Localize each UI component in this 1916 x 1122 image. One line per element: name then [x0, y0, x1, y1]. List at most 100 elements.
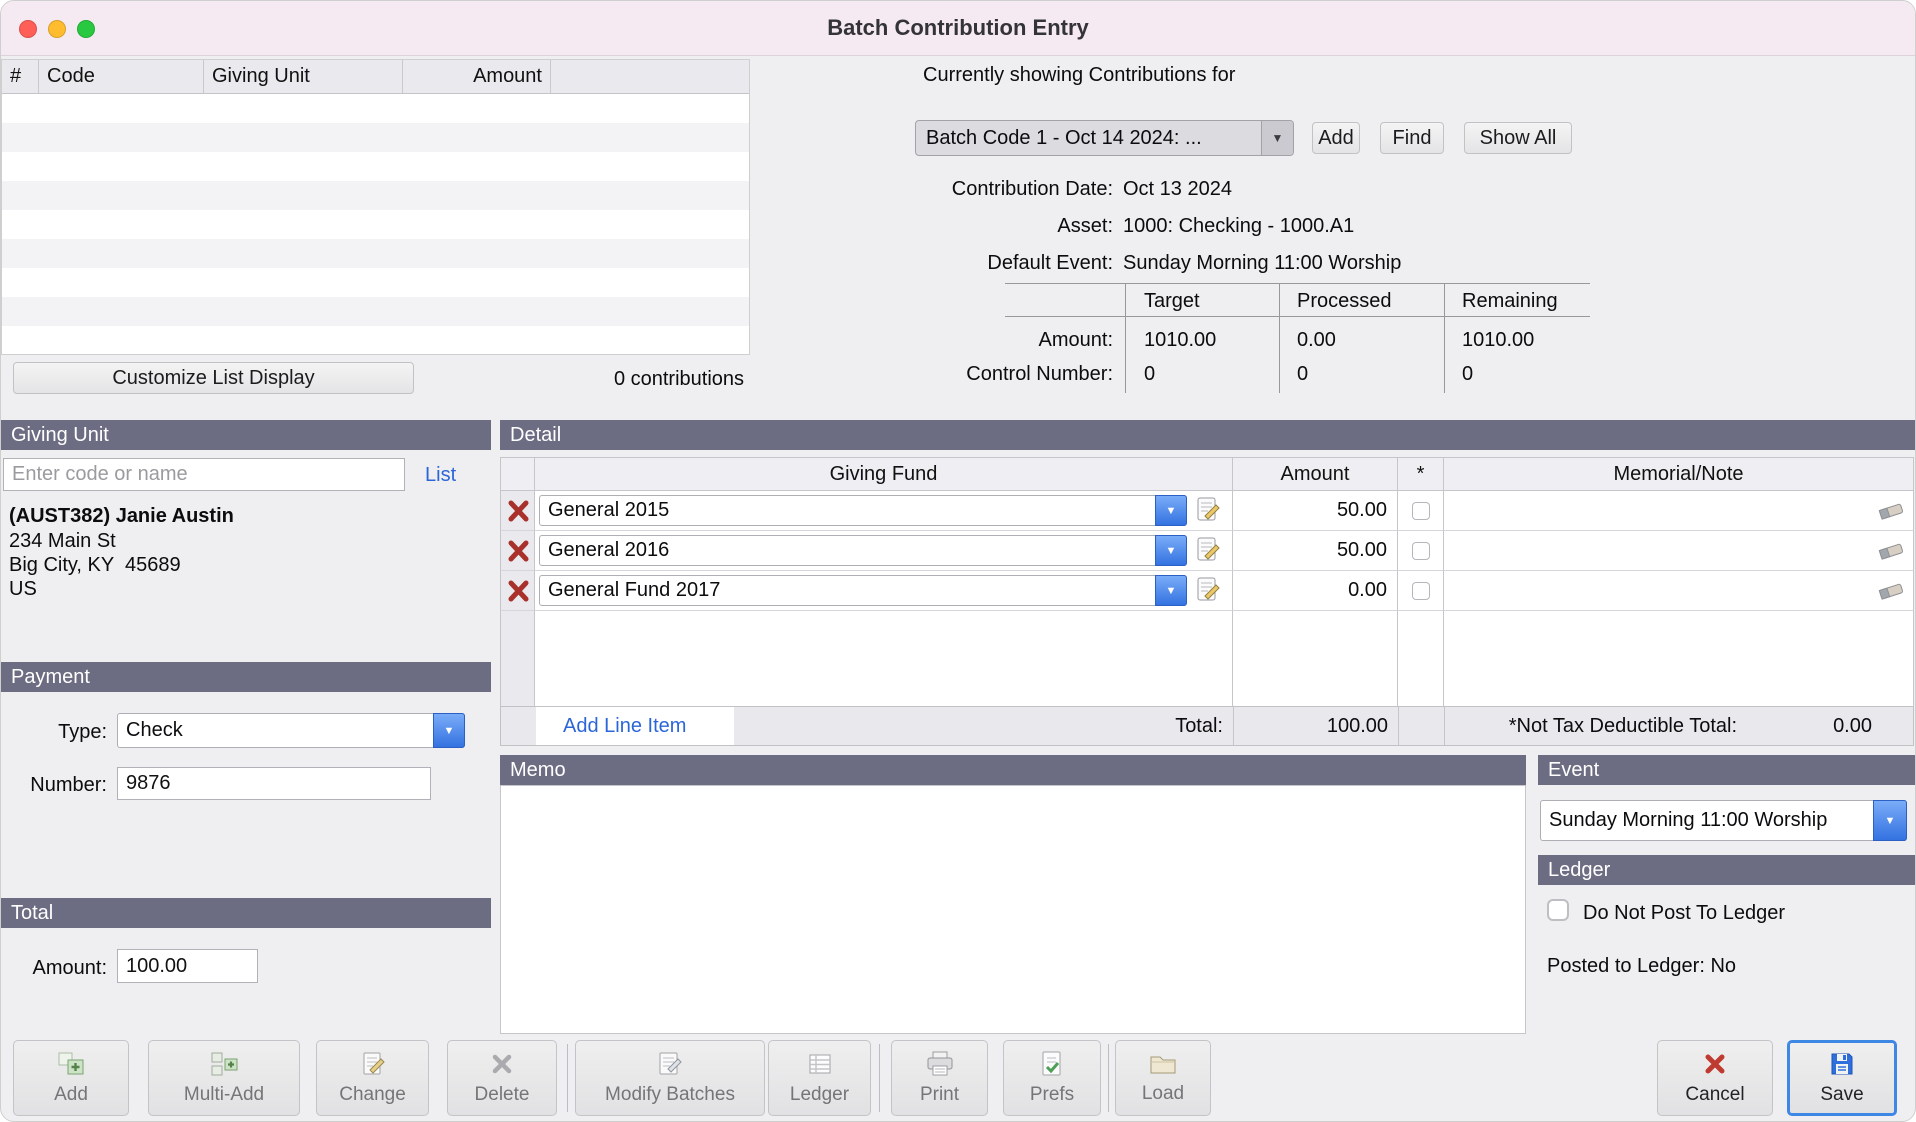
- amount-value: 0.00: [1348, 579, 1387, 602]
- detail-col-giving-fund: Giving Fund: [535, 457, 1233, 491]
- toolbar-separator: [879, 1044, 880, 1112]
- amount-value: 50.00: [1337, 499, 1387, 522]
- memo-eraser-icon[interactable]: [1877, 540, 1905, 562]
- delete-row-icon: [506, 539, 530, 563]
- add-button[interactable]: Add: [13, 1040, 129, 1116]
- multi-add-button[interactable]: Multi-Add: [148, 1040, 300, 1116]
- memorial-cell[interactable]: [1444, 491, 1914, 531]
- zoom-button[interactable]: [77, 20, 95, 38]
- stats-divider-top: [1005, 283, 1590, 284]
- footer-divider-3: [1444, 707, 1445, 745]
- delete-row-button[interactable]: [500, 571, 535, 611]
- memo-eraser-icon[interactable]: [1877, 580, 1905, 602]
- contribution-date-value: Oct 13 2024: [1123, 177, 1232, 201]
- memorial-cell[interactable]: [1444, 531, 1914, 571]
- chevron-down-icon: ▼: [1261, 121, 1293, 155]
- stats-amount-label: Amount:: [913, 328, 1113, 352]
- payment-type-select[interactable]: Check ▼: [117, 713, 465, 748]
- fund-cell: General Fund 2017 ▼: [535, 571, 1233, 611]
- row-ntd-checkbox[interactable]: [1412, 542, 1430, 560]
- giving-unit-name: (AUST382) Janie Austin: [9, 504, 234, 528]
- column-header-amount[interactable]: Amount: [403, 60, 551, 93]
- column-header-giving-unit[interactable]: Giving Unit: [204, 60, 403, 93]
- memo-textarea[interactable]: [500, 785, 1526, 1034]
- minimize-button[interactable]: [48, 20, 66, 38]
- modify-batches-icon: [656, 1050, 684, 1081]
- edit-fund-icon: [1195, 576, 1221, 602]
- ledger-button[interactable]: Ledger: [768, 1040, 871, 1116]
- chevron-down-icon: ▼: [1155, 495, 1187, 526]
- prefs-button[interactable]: Prefs: [1003, 1040, 1101, 1116]
- delete-row-button[interactable]: [500, 531, 535, 571]
- giving-fund-select[interactable]: General 2016 ▼: [539, 535, 1187, 566]
- modify-batches-button[interactable]: Modify Batches: [575, 1040, 765, 1116]
- payment-type-label: Type:: [1, 720, 107, 744]
- edit-fund-button[interactable]: [1195, 536, 1223, 564]
- batch-contribution-entry-window: Batch Contribution Entry # Code Giving U…: [0, 0, 1916, 1122]
- payment-number-input[interactable]: [117, 767, 431, 800]
- print-button[interactable]: Print: [891, 1040, 988, 1116]
- event-select[interactable]: Sunday Morning 11:00 Worship ▼: [1540, 800, 1907, 841]
- stats-col-processed: Processed: [1297, 289, 1392, 313]
- giving-unit-search-input[interactable]: [3, 458, 405, 491]
- titlebar: Batch Contribution Entry: [1, 1, 1915, 56]
- event-value: Sunday Morning 11:00 Worship: [1549, 801, 1866, 840]
- row-ntd-checkbox[interactable]: [1412, 502, 1430, 520]
- amount-cell[interactable]: 50.00: [1233, 491, 1398, 531]
- ntd-cell: [1398, 491, 1444, 531]
- edit-fund-button[interactable]: [1195, 576, 1223, 604]
- close-button[interactable]: [19, 20, 37, 38]
- amount-value: 50.00: [1337, 539, 1387, 562]
- amount-cell[interactable]: 50.00: [1233, 531, 1398, 571]
- edit-fund-icon: [1195, 536, 1221, 562]
- row-ntd-checkbox[interactable]: [1412, 582, 1430, 600]
- empty-delete-column: [500, 611, 535, 706]
- batch-add-button[interactable]: Add: [1312, 122, 1360, 154]
- batch-show-all-button[interactable]: Show All: [1464, 122, 1572, 154]
- contribution-date-label: Contribution Date:: [913, 177, 1113, 201]
- event-section-header: Event: [1538, 755, 1916, 785]
- contributions-list-body[interactable]: [2, 94, 749, 354]
- amount-cell[interactable]: 0.00: [1233, 571, 1398, 611]
- giving-unit-address-3: US: [9, 577, 37, 601]
- column-header-filler: [551, 60, 749, 93]
- stats-divider-v1: [1125, 283, 1126, 393]
- load-button[interactable]: Load: [1115, 1040, 1211, 1116]
- default-event-value: Sunday Morning 11:00 Worship: [1123, 251, 1401, 275]
- add-line-item-link[interactable]: Add Line Item: [563, 714, 686, 738]
- customize-list-display-button[interactable]: Customize List Display: [13, 362, 414, 394]
- list-link[interactable]: List: [425, 463, 456, 487]
- print-icon: [925, 1050, 955, 1081]
- total-amount-label: Amount:: [1, 956, 107, 980]
- batch-select[interactable]: Batch Code 1 - Oct 14 2024: ... ▼: [915, 120, 1294, 156]
- toolbar-separator: [567, 1044, 568, 1112]
- stats-control-processed: 0: [1297, 362, 1308, 386]
- cancel-button[interactable]: Cancel: [1657, 1040, 1773, 1116]
- giving-fund-value: General 2016: [548, 536, 1146, 565]
- total-amount-input[interactable]: [117, 949, 258, 983]
- memorial-cell[interactable]: [1444, 571, 1914, 611]
- stats-control-target: 0: [1144, 362, 1155, 386]
- detail-col-memorial: Memorial/Note: [1444, 457, 1914, 491]
- delete-button[interactable]: Delete: [447, 1040, 557, 1116]
- memo-eraser-icon[interactable]: [1877, 500, 1905, 522]
- payment-number-label: Number:: [1, 773, 107, 797]
- load-button-label: Load: [1142, 1083, 1184, 1105]
- edit-fund-icon: [1195, 496, 1221, 522]
- giving-unit-section-header: Giving Unit: [1, 420, 491, 450]
- column-header-code[interactable]: Code: [39, 60, 204, 93]
- add-button-label: Add: [54, 1084, 88, 1106]
- edit-fund-button[interactable]: [1195, 496, 1223, 524]
- giving-fund-select[interactable]: General 2015 ▼: [539, 495, 1187, 526]
- column-header-number[interactable]: #: [2, 60, 39, 93]
- empty-ntd-column: [1398, 611, 1444, 706]
- delete-row-icon: [506, 499, 530, 523]
- save-button-label: Save: [1820, 1084, 1863, 1106]
- save-button[interactable]: Save: [1787, 1040, 1897, 1116]
- batch-find-button[interactable]: Find: [1380, 122, 1444, 154]
- ntd-cell: [1398, 571, 1444, 611]
- change-button[interactable]: Change: [316, 1040, 429, 1116]
- do-not-post-checkbox[interactable]: [1547, 899, 1569, 921]
- giving-fund-select[interactable]: General Fund 2017 ▼: [539, 575, 1187, 606]
- delete-row-button[interactable]: [500, 491, 535, 531]
